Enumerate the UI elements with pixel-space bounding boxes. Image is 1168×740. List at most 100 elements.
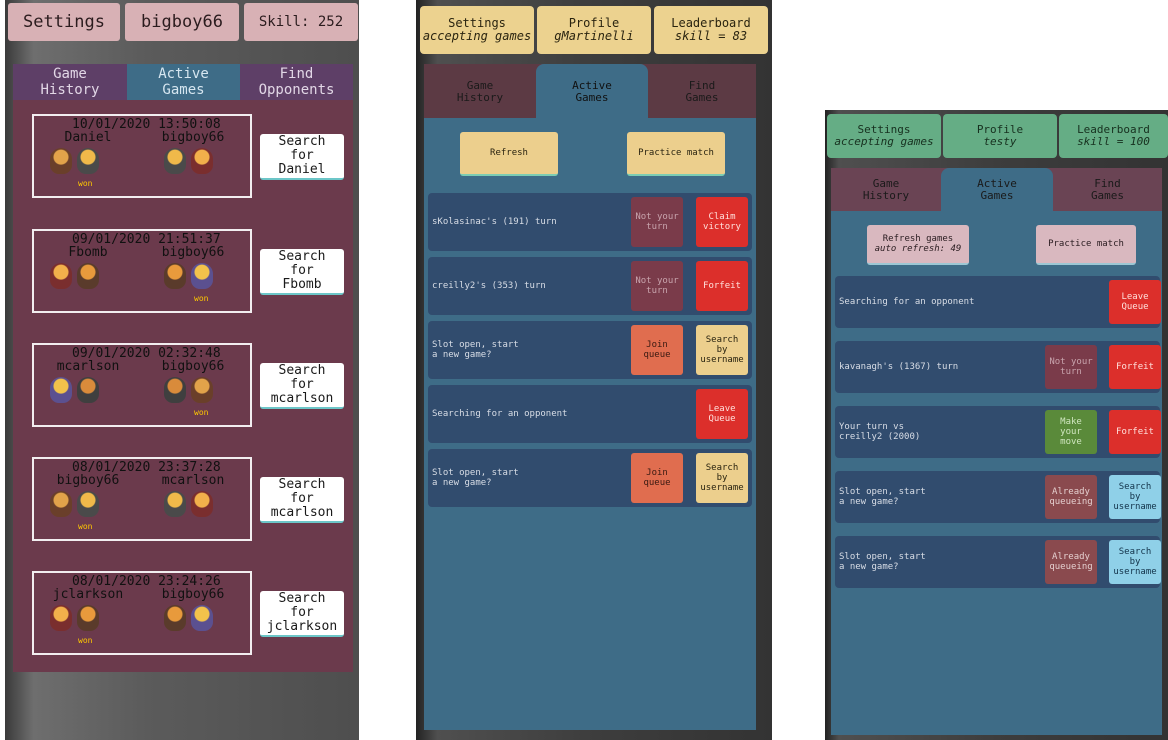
tab-label: Find (688, 78, 716, 92)
forfeit-button[interactable]: Forfeit (1109, 410, 1161, 454)
tab-active-games[interactable]: Active Games (536, 64, 648, 119)
active-game-row: Slot open, start a new game? Join queue Sear… (428, 449, 752, 507)
status-line: kavanagh's (1367) turn (839, 362, 959, 372)
game-status-text: Searching for an opponent (432, 409, 567, 419)
tab-label: History (456, 90, 504, 104)
character-avatar-icon (50, 148, 72, 174)
button-label: your (1060, 427, 1082, 437)
status-line: Searching for an opponent (432, 409, 568, 419)
refresh-label: Refresh games (882, 234, 954, 244)
tab-active-games[interactable]: Active Games (127, 64, 240, 100)
not-your-turn-button[interactable]: Not your turn (631, 261, 683, 311)
active-games-area: Refresh games auto refresh: 49 Practice … (831, 211, 1162, 735)
character-avatar-icon (164, 148, 186, 174)
player-right: bigboy66 (161, 587, 225, 602)
tab-label: Find (279, 66, 314, 82)
leave-queue-button[interactable]: Leave Queue (696, 389, 748, 439)
search-for-player-button[interactable]: Search for Fbomb (260, 249, 344, 295)
tab-find-games[interactable]: Find Games (648, 64, 756, 119)
button-label: Join (646, 468, 668, 478)
settings-status: accepting games (422, 29, 532, 43)
join-queue-button[interactable]: Join queue (631, 453, 683, 503)
refresh-button[interactable]: Refresh (460, 132, 558, 176)
panel-active-games-yellow: Settings accepting games Profile gMartin… (416, 0, 772, 740)
status-line: Slot open, start (839, 487, 926, 497)
claim-victory-button[interactable]: Claim victory (696, 197, 748, 247)
tab-bar: Game History Active Games Find Games (424, 64, 756, 119)
practice-match-button[interactable]: Practice match (627, 132, 725, 176)
character-avatar-icon (77, 605, 99, 631)
status-line: Slot open, start (432, 340, 519, 350)
character-avatar-icon (77, 377, 99, 403)
game-history-card: 08/01/2020 23:37:28 bigboy66 mcarlson won (32, 457, 252, 541)
tab-game-history[interactable]: Game History (831, 168, 941, 212)
status-line: Your turn vs (839, 422, 905, 432)
won-badge: won (78, 179, 93, 188)
button-label: username (700, 355, 744, 365)
status-line: a new game? (432, 350, 492, 360)
tab-label: History (40, 82, 100, 98)
active-game-row: Your turn vs creilly2 (2000) Make your move F… (835, 406, 1161, 458)
refresh-games-button[interactable]: Refresh games auto refresh: 49 (867, 225, 969, 265)
tab-bar: Game History Active Games Find Games (831, 168, 1162, 212)
button-label: Leave (708, 404, 736, 414)
tab-find-games[interactable]: Find Games (1053, 168, 1162, 212)
not-your-turn-button[interactable]: Not your turn (1045, 345, 1097, 389)
search-for-player-button[interactable]: Search for Daniel (260, 134, 344, 180)
character-avatar-icon (50, 605, 72, 631)
forfeit-button[interactable]: Forfeit (1109, 345, 1161, 389)
character-avatar-icon (77, 263, 99, 289)
profile-button[interactable]: Profile testy (943, 114, 1057, 158)
search-for-player-button[interactable]: Search for jclarkson (260, 591, 344, 637)
player-right: bigboy66 (161, 245, 225, 260)
status-line: a new game? (432, 478, 492, 488)
not-your-turn-button[interactable]: Not your turn (631, 197, 683, 247)
tab-game-history[interactable]: Game History (13, 64, 127, 100)
active-game-row: Slot open, start a new game? Already queuei… (835, 536, 1161, 588)
button-label: Queue (1121, 302, 1149, 312)
forfeit-button[interactable]: Forfeit (696, 261, 748, 311)
button-label: Search (705, 463, 739, 473)
tab-label: History (862, 189, 910, 202)
already-queueing-button[interactable]: Already queueing (1045, 475, 1097, 519)
active-game-row: sKolasinac's (191) turn Not your turn Claim… (428, 193, 752, 251)
character-avatar-icon (164, 377, 186, 403)
panel-active-games-green: Settings accepting games Profile testy L… (825, 110, 1168, 740)
settings-button[interactable]: Settings (8, 3, 120, 41)
button-label: by (716, 345, 728, 355)
leave-queue-button[interactable]: Leave Queue (1109, 280, 1161, 324)
profile-button[interactable]: Profile gMartinelli (537, 6, 651, 54)
already-queueing-button[interactable]: Already queueing (1045, 540, 1097, 584)
profile-button[interactable]: bigboy66 (125, 3, 239, 41)
won-badge: won (78, 636, 93, 645)
leaderboard-button[interactable]: Leaderboard skill = 83 (654, 6, 768, 54)
skill-button[interactable]: Skill: 252 (244, 3, 358, 41)
search-by-username-button[interactable]: Search by username (696, 453, 748, 503)
settings-button[interactable]: Settings accepting games (420, 6, 534, 54)
leaderboard-button[interactable]: Leaderboard skill = 100 (1059, 114, 1168, 158)
tab-active-games[interactable]: Active Games (941, 168, 1053, 212)
game-status-text: creilly2's (353) turn (432, 281, 546, 291)
practice-match-button[interactable]: Practice match (1036, 225, 1136, 265)
join-queue-button[interactable]: Join queue (631, 325, 683, 375)
button-label: Claim (708, 212, 736, 222)
button-label: Search (1118, 482, 1152, 492)
won-badge: won (194, 294, 209, 303)
search-by-username-button[interactable]: Search by username (696, 325, 748, 375)
player-left: jclarkson (52, 587, 124, 602)
button-label: Already (1052, 552, 1090, 562)
search-by-username-button[interactable]: Search by username (1109, 540, 1161, 584)
make-your-move-button[interactable]: Make your move (1045, 410, 1097, 454)
tab-label: Active (572, 78, 612, 92)
tab-label: Game (466, 78, 494, 92)
tab-label: Games (685, 90, 719, 104)
settings-button[interactable]: Settings accepting games (827, 114, 941, 158)
search-for-player-button[interactable]: Search for mcarlson (260, 477, 344, 523)
button-label: turn (1060, 367, 1082, 377)
tab-label: Game (53, 66, 87, 82)
tab-game-history[interactable]: Game History (424, 64, 536, 119)
search-for-player-button[interactable]: Search for mcarlson (260, 363, 344, 409)
tab-find-opponents[interactable]: Find Opponents (240, 64, 353, 100)
search-by-username-button[interactable]: Search by username (1109, 475, 1161, 519)
player-left: Daniel (64, 130, 112, 145)
